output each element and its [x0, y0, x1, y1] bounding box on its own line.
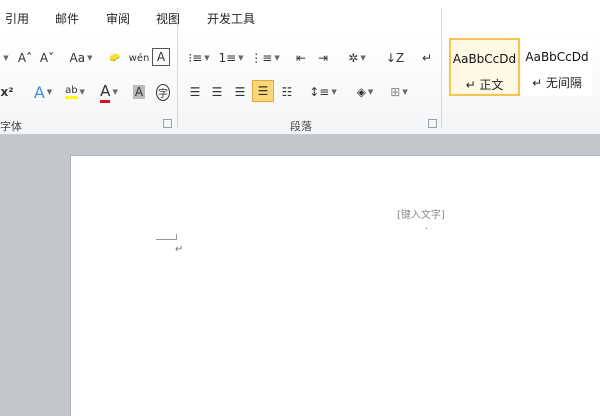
- increase-indent-button[interactable]: ⇥: [312, 48, 334, 68]
- char-border-icon: A: [156, 50, 166, 64]
- borders-button[interactable]: ⊞ ▼: [384, 82, 414, 102]
- tab-mailings[interactable]: 邮件: [55, 10, 79, 27]
- font-color-button[interactable]: A ▼: [94, 82, 124, 103]
- text-effects-icon: A: [33, 82, 45, 102]
- enclose-char-icon: 字: [156, 83, 170, 101]
- char-shading-icon: A: [132, 85, 146, 99]
- highlight-button[interactable]: ab ▼: [60, 82, 90, 102]
- border-icon: ⊞: [390, 85, 401, 99]
- align-center-button[interactable]: ☰: [206, 82, 228, 102]
- align-left-button[interactable]: ☰: [184, 82, 206, 102]
- change-case-button[interactable]: Aa ▼: [66, 48, 96, 68]
- char-shading-button[interactable]: A: [128, 82, 150, 102]
- paragraph-mark: ↵: [175, 244, 184, 255]
- ribbon-tabs: 引用 邮件 审阅 视图 开发工具: [0, 0, 600, 34]
- bullets-icon: ⁝≡: [188, 51, 203, 65]
- superscript-icon: x²: [0, 85, 14, 99]
- style-name: ↵ 正文: [465, 78, 504, 92]
- justify-icon: ☰: [257, 84, 269, 98]
- font-group-label: 字体: [0, 120, 22, 133]
- clear-format-icon: 🧽: [109, 53, 121, 63]
- style-preview: AaBbCcDd: [452, 52, 517, 66]
- phonetic-guide-icon: wén: [128, 52, 150, 64]
- align-center-icon: ☰: [211, 85, 223, 99]
- style-no-spacing[interactable]: AaBbCcDd ↵ 无间隔: [522, 38, 592, 96]
- numbering-icon: 1≡: [218, 51, 237, 65]
- header-pilcrow: ·: [425, 224, 429, 235]
- sort-button[interactable]: ↓Z: [384, 48, 406, 68]
- style-normal[interactable]: AaBbCcDd ↵ 正文: [449, 38, 520, 96]
- align-left-icon: ☰: [189, 85, 201, 99]
- change-case-icon: Aa: [69, 51, 86, 65]
- divider: [441, 8, 442, 128]
- enclose-char-button[interactable]: 字: [152, 82, 174, 102]
- char-border-button[interactable]: A: [152, 48, 170, 66]
- superscript-button[interactable]: x²: [0, 82, 18, 102]
- grow-font-icon: A˄: [17, 51, 33, 65]
- numbering-button[interactable]: 1≡ ▼: [216, 48, 246, 68]
- tab-review[interactable]: 审阅: [106, 10, 130, 27]
- clear-format-button[interactable]: 🧽: [104, 48, 126, 68]
- distributed-icon: ☷: [281, 85, 293, 99]
- chinese-layout-button[interactable]: ✲ ▼: [342, 48, 372, 68]
- multilevel-list-icon: ⋮≡: [250, 51, 273, 65]
- shrink-font-button[interactable]: A˅: [36, 48, 58, 68]
- distributed-button[interactable]: ☷: [276, 82, 298, 102]
- style-name: ↵ 无间隔: [532, 76, 582, 90]
- decrease-indent-button[interactable]: ⇤: [290, 48, 312, 68]
- tab-developer[interactable]: 开发工具: [207, 10, 255, 27]
- font-color-icon: A: [100, 82, 111, 103]
- paint-bucket-icon: ◈: [356, 85, 366, 99]
- phonetic-guide-button[interactable]: wén: [128, 48, 150, 68]
- show-marks-button[interactable]: ↵: [416, 48, 438, 68]
- text-effects-button[interactable]: A ▼: [28, 82, 58, 102]
- font-dialog-launcher[interactable]: [163, 119, 172, 128]
- sort-icon: ↓Z: [385, 51, 405, 65]
- increase-indent-icon: ⇥: [317, 51, 329, 65]
- shading-button[interactable]: ◈ ▼: [350, 82, 380, 102]
- pilcrow-icon: ↵: [421, 51, 433, 65]
- tab-references[interactable]: 引用: [5, 10, 29, 27]
- shrink-font-icon: A˅: [39, 51, 55, 65]
- align-right-button[interactable]: ☰: [229, 82, 251, 102]
- line-spacing-icon: ↕≡: [309, 85, 330, 99]
- align-right-icon: ☰: [234, 85, 246, 99]
- margin-corner-mark: [156, 234, 177, 240]
- bullets-button[interactable]: ⁝≡ ▼: [184, 48, 214, 68]
- document-page[interactable]: [键入文字] · ↵: [70, 155, 600, 416]
- highlight-icon: ab: [65, 85, 78, 99]
- style-preview: AaBbCcDd: [525, 50, 589, 64]
- multilevel-list-button[interactable]: ⋮≡ ▼: [250, 48, 280, 68]
- line-spacing-button[interactable]: ↕≡ ▼: [308, 82, 338, 102]
- paragraph-group-label: 段落: [290, 120, 312, 133]
- header-placeholder[interactable]: [键入文字]: [397, 206, 445, 221]
- chinese-layout-icon: ✲: [348, 51, 359, 65]
- grow-font-button[interactable]: A˄: [14, 48, 36, 68]
- paragraph-dialog-launcher[interactable]: [428, 119, 437, 128]
- decrease-indent-icon: ⇤: [295, 51, 307, 65]
- divider: [177, 8, 178, 128]
- justify-button[interactable]: ☰: [252, 80, 274, 102]
